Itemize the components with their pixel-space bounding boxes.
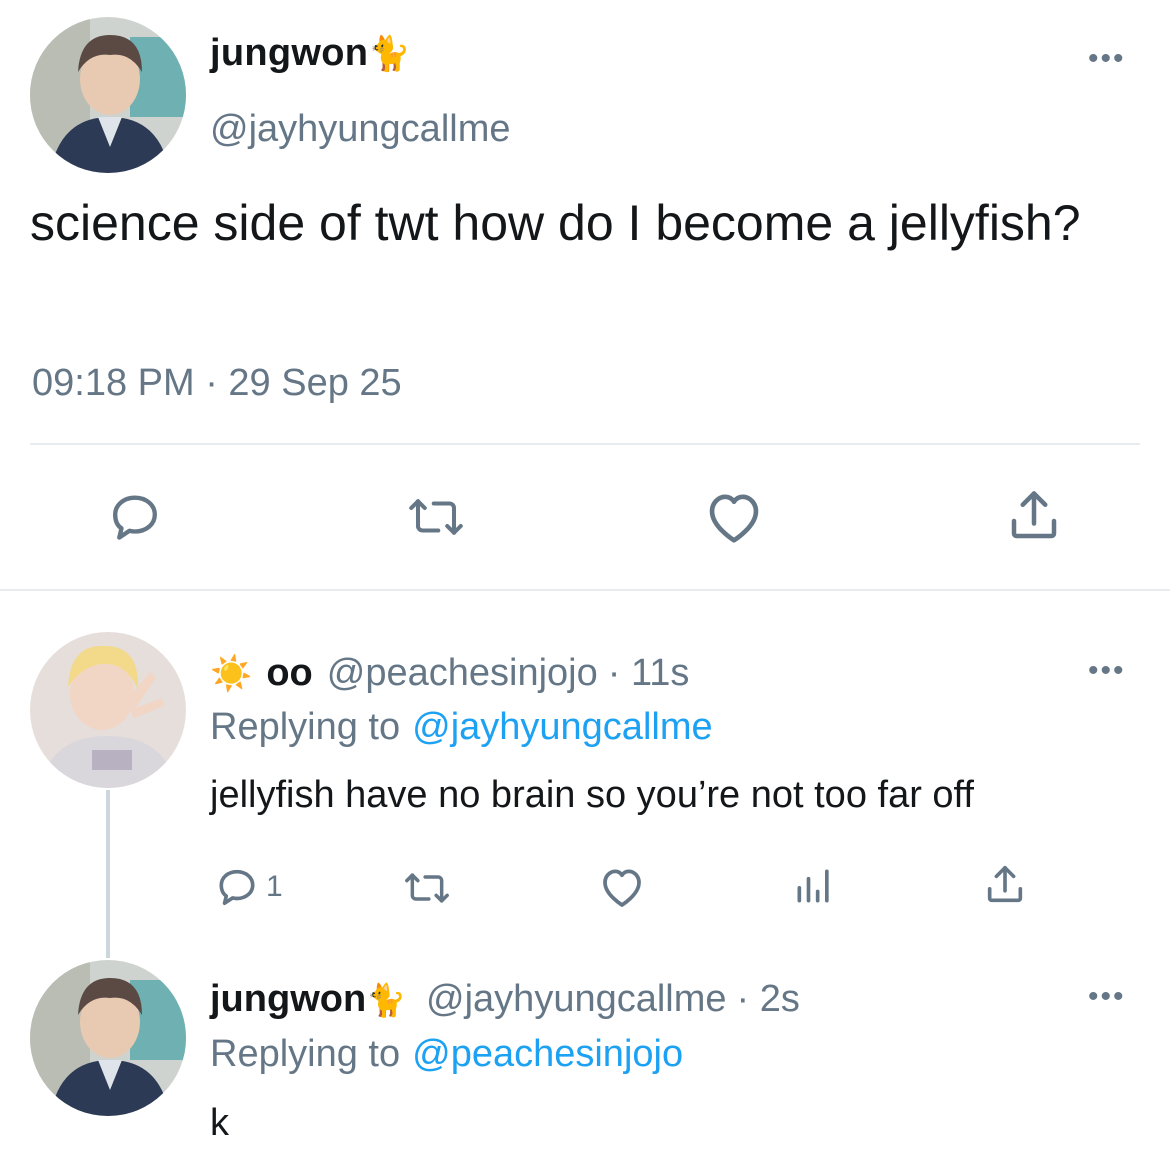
like-icon [709,494,759,543]
retweet-button[interactable] [400,866,454,910]
reply-text: k [210,1102,229,1144]
cat-emoji: 🐈 [368,35,411,73]
section-divider [0,589,1170,591]
reply-avatar[interactable] [30,960,186,1116]
reply-header: ☀️ oo @peachesinjojo · 11s [210,652,689,695]
reply-author-handle[interactable]: @peachesinjojo [327,652,598,695]
replying-to: Replying to @peachesinjojo [210,1033,684,1076]
sun-emoji: ☀️ [210,654,253,693]
retweet-icon [409,499,463,535]
analytics-button[interactable] [792,864,836,908]
reply-author-name[interactable]: oo [266,652,312,695]
like-icon [603,869,641,907]
replying-to-link[interactable]: @jayhyungcallme [412,706,713,749]
tweet-text: science side of twt how do I become a je… [30,195,1081,251]
reply-icon [219,869,255,906]
reply-icon [113,495,157,540]
retweet-button[interactable] [404,490,468,544]
thread-line [106,790,110,958]
divider [30,443,1140,445]
reply-author-handle[interactable]: @jayhyungcallme [426,978,727,1021]
share-icon [987,865,1023,903]
reply-author-name[interactable]: jungwon [210,978,366,1021]
author-handle[interactable]: @jayhyungcallme [210,108,511,151]
like-button[interactable] [703,488,765,546]
more-options-icon[interactable]: ••• [1088,656,1126,686]
reply-text: jellyfish have no brain so you’re not to… [210,774,974,816]
more-options-icon[interactable]: ••• [1088,44,1126,74]
replying-to: Replying to @jayhyungcallme [210,706,713,749]
share-button[interactable] [982,862,1028,908]
cat-emoji: 🐈 [366,981,407,1018]
tweet-timestamp[interactable]: 09:18 PM · 29 Sep 25 [32,362,402,405]
more-options-icon[interactable]: ••• [1088,982,1126,1012]
reply-avatar[interactable] [30,632,186,788]
share-icon [1011,491,1057,539]
replying-to-link[interactable]: @peachesinjojo [412,1033,683,1076]
author-name[interactable]: jungwon🐈 [210,32,411,75]
reply-button[interactable] [106,488,164,546]
share-button[interactable] [1004,486,1064,546]
reply-count: 1 [266,870,283,903]
reply-time[interactable]: · 2s [737,978,800,1021]
analytics-icon [797,869,829,903]
reply-button[interactable]: 1 [214,864,283,910]
reply-time[interactable]: · 11s [608,652,690,695]
retweet-icon [405,873,449,903]
reply-header: jungwon 🐈 @jayhyungcallme · 2s [210,978,800,1021]
author-avatar[interactable] [30,17,186,173]
like-button[interactable] [598,864,646,910]
